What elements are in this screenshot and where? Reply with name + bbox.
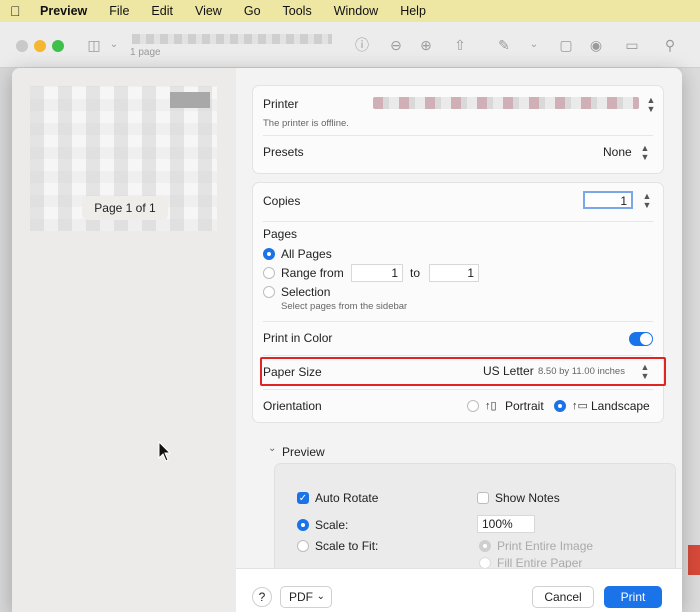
auto-rotate-label: Auto Rotate [315,491,379,505]
fill-entire-paper-label: Fill Entire Paper [497,556,583,568]
window-toolbar: ◫ ⌄ 1 page ⓘ ⊖ ⊕ ⇧ ✎ ⌄ ▢ ◉ ▭ ⚲ [0,22,700,68]
chevron-down-icon[interactable]: ⌄ [524,35,544,55]
presets-select[interactable]: None [603,145,632,159]
copies-field[interactable]: 1 [583,191,633,209]
pdf-label: PDF [289,590,313,604]
menu-help[interactable]: Help [400,4,426,18]
divider [263,389,653,390]
landscape-radio[interactable] [554,400,566,412]
mouse-cursor-icon [158,441,172,462]
scale-to-fit-label: Scale to Fit: [315,539,379,553]
divider [263,221,653,222]
portrait-label: Portrait [505,399,544,413]
presets-label: Presets [263,145,304,159]
close-window-button[interactable] [16,40,28,52]
fill-entire-paper-radio[interactable] [479,557,491,568]
menu-view[interactable]: View [195,4,222,18]
cancel-button[interactable]: Cancel [532,586,594,608]
document-title-redacted [132,34,332,44]
landscape-label: Landscape [591,399,650,413]
copies-label: Copies [263,194,301,208]
range-start-field[interactable]: 1 [351,264,403,282]
scale-field[interactable]: 100% [477,515,535,533]
scale-label: Scale: [315,518,349,532]
print-dialog: Page 1 of 1 Printer ▲ ▼ The printer is of… [12,68,682,612]
selection-hint: Select pages from the sidebar [281,301,408,312]
search-icon[interactable]: ⚲ [660,35,680,55]
options-group: Copies 1 ▲ ▼ Pages All Pages Range from 1… [252,182,664,423]
zoom-out-icon[interactable]: ⊖ [386,35,406,55]
pdf-menu-button[interactable]: PDF ⌄ [280,586,332,608]
menu-window[interactable]: Window [334,4,378,18]
selection-label: Selection [281,285,331,299]
chevron-down-icon[interactable]: ⌄ [268,443,276,454]
menu-edit[interactable]: Edit [151,4,173,18]
minimize-window-button[interactable] [34,40,46,52]
printer-group: Printer ▲ ▼ The printer is offline. Prese… [252,85,664,174]
printer-popup-arrows-icon[interactable]: ▲ ▼ [645,96,657,114]
print-entire-image-radio[interactable] [479,540,491,552]
toggle-knob [640,333,652,345]
menu-file[interactable]: File [109,4,129,18]
print-entire-image-label: Print Entire Image [497,539,594,553]
range-radio[interactable] [263,267,275,279]
all-pages-radio[interactable] [263,248,275,260]
preview-section-label[interactable]: Preview [282,445,325,459]
scale-to-fit-radio[interactable] [297,540,309,552]
background-app-edge [688,545,700,575]
dialog-footer: ? PDF ⌄ Cancel Print [236,568,682,612]
print-preview-pane: Page 1 of 1 [12,68,236,612]
chevron-down-icon[interactable]: ⌄ [104,35,124,55]
menu-tools[interactable]: Tools [283,4,312,18]
apple-menu-icon[interactable]:  [10,3,28,19]
chevron-down-icon: ⌄ [316,591,325,602]
print-in-color-toggle[interactable] [629,332,653,346]
highlight-icon[interactable]: ◉ [586,35,606,55]
markup-pen-icon[interactable]: ✎ [494,35,514,55]
scale-radio[interactable] [297,519,309,531]
selection-radio[interactable] [263,286,275,298]
menu-go[interactable]: Go [244,4,261,18]
zoom-in-icon[interactable]: ⊕ [416,35,436,55]
preview-options-group: ✓ Auto Rotate Show Notes Scale: 100% Sca… [274,463,676,568]
window-background-edge [682,68,700,612]
document-page-count: 1 page [130,47,161,58]
landscape-icon: ↑▭ [572,400,588,412]
thumbnail-content-redacted [170,92,210,108]
divider [263,355,653,356]
presets-popup-arrows-icon[interactable]: ▲ ▼ [639,144,651,162]
maximize-window-button[interactable] [52,40,64,52]
copies-stepper[interactable]: ▲ ▼ [641,192,653,210]
divider [263,321,653,322]
page-indicator: Page 1 of 1 [82,196,168,220]
show-notes-checkbox[interactable] [477,492,489,504]
portrait-radio[interactable] [467,400,479,412]
printer-status: The printer is offline. [263,118,349,129]
print-button[interactable]: Print [604,586,662,608]
auto-rotate-checkbox[interactable]: ✓ [297,492,309,504]
show-notes-label: Show Notes [495,491,560,505]
pages-label: Pages [263,227,298,241]
printer-select[interactable] [373,97,639,109]
help-button[interactable]: ? [252,587,272,607]
menu-bar:  Preview File Edit View Go Tools Window… [0,0,700,22]
orientation-label: Orientation [263,399,322,413]
menu-app-name[interactable]: Preview [40,4,87,18]
all-pages-label: All Pages [281,247,332,261]
range-to-label: to [410,266,421,280]
sidebar-toggle-icon[interactable]: ◫ [84,35,104,55]
rotate-icon[interactable]: ▢ [556,35,576,55]
share-icon[interactable]: ⇧ [450,35,470,55]
printer-label: Printer [263,97,299,111]
divider [263,135,653,136]
paper-size-highlight [260,357,666,386]
print-in-color-label: Print in Color [263,331,333,345]
print-settings-panel: Printer ▲ ▼ The printer is offline. Prese… [236,68,682,568]
range-end-field[interactable]: 1 [429,264,479,282]
info-icon[interactable]: ⓘ [352,35,372,55]
range-from-label: Range from [281,266,344,280]
portrait-icon: ↑▯ [485,400,497,412]
form-icon[interactable]: ▭ [622,35,642,55]
